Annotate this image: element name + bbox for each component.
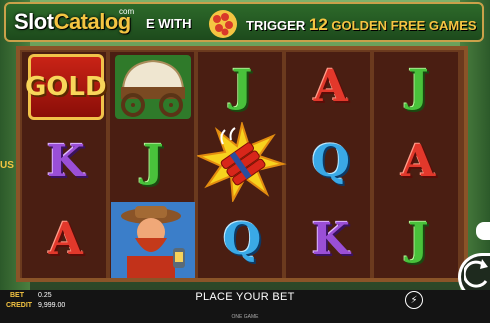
reel-grid: GOLD J A J K J Q A A Q K J — [22, 52, 462, 278]
symbol-j: J — [142, 136, 164, 187]
side-feature-partial-text: US — [0, 160, 14, 171]
symbol-k: K — [46, 136, 85, 187]
symbol-q: Q — [222, 214, 262, 265]
reel-cell: A — [287, 52, 375, 122]
credit-label: CREDIT — [6, 302, 33, 309]
gold-symbol-text: GOLD — [24, 72, 107, 102]
dynamite-icon — [209, 10, 237, 38]
reel-cell: A — [375, 122, 463, 202]
trigger-rest: GOLDEN FREE GAMES — [331, 18, 477, 33]
play-icon[interactable] — [476, 222, 490, 240]
symbol-j: J — [231, 61, 253, 112]
reel-cell: K — [287, 202, 375, 278]
turbo-icon[interactable]: ⚡ — [405, 291, 423, 309]
symbol-a: A — [401, 136, 436, 187]
symbol-q: Q — [311, 136, 350, 187]
reel-cell — [197, 122, 287, 202]
reel-cell: J — [197, 52, 287, 122]
reel-cell — [110, 52, 198, 122]
reel-cell: Q — [197, 202, 287, 278]
gold-symbol: GOLD — [24, 54, 107, 120]
wagon-icon — [115, 55, 192, 119]
reel-cell — [110, 202, 198, 278]
miner-icon — [111, 202, 196, 278]
trigger-word: TRIGGER — [246, 18, 306, 33]
dynamite-symbol-icon — [197, 122, 287, 202]
top-banner: SlotCatalog com E WITH TRIGGER 12 GOLDEN… — [4, 2, 484, 42]
banner-text-left: E WITH — [146, 16, 192, 31]
reel-cell: J — [110, 122, 198, 202]
reel-cell: A — [22, 202, 110, 278]
reel-cell: J — [375, 202, 463, 278]
symbol-a: A — [313, 61, 348, 112]
footer-text: ONE GAME — [231, 314, 259, 320]
symbol-j: J — [407, 61, 429, 112]
trigger-number: 12 — [308, 15, 328, 34]
logo-com-text: com — [119, 7, 135, 16]
symbol-j: J — [407, 214, 429, 265]
symbol-k: K — [311, 214, 350, 265]
credit-value: 9,999.00 — [38, 302, 66, 309]
reel-cell: GOLD — [22, 52, 110, 122]
reel-cell: Q — [287, 122, 375, 202]
site-logo: SlotCatalog — [14, 9, 131, 35]
reel-cell: K — [22, 122, 110, 202]
symbol-a: A — [48, 214, 83, 265]
logo-slot-text: Slot — [14, 9, 54, 34]
banner-trigger-text: TRIGGER 12 GOLDEN FREE GAMES — [246, 15, 477, 35]
reel-cell: J — [375, 52, 463, 122]
